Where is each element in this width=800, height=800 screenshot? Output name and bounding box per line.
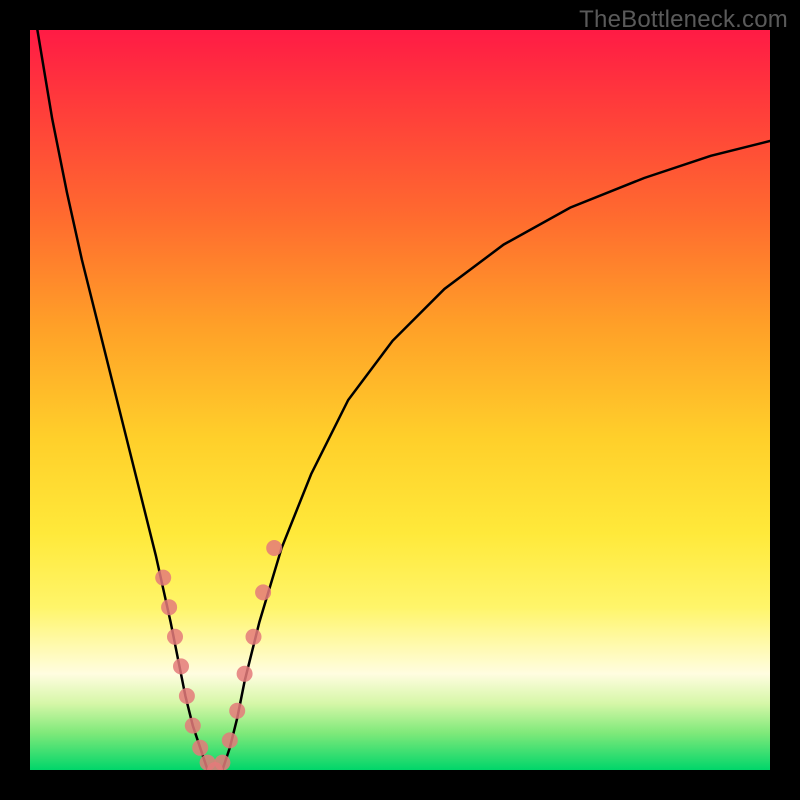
watermark-text: TheBottleneck.com xyxy=(579,6,788,34)
marker-dot xyxy=(161,599,177,615)
marker-dot xyxy=(266,540,282,556)
curve-right-branch xyxy=(222,141,770,770)
curve-layer xyxy=(30,30,770,770)
marker-dot xyxy=(229,703,245,719)
chart-frame: TheBottleneck.com xyxy=(0,0,800,800)
marker-dot xyxy=(222,732,238,748)
marker-dot xyxy=(167,629,183,645)
marker-dot xyxy=(255,584,271,600)
plot-area xyxy=(30,30,770,770)
marker-dot xyxy=(192,740,208,756)
marker-dot xyxy=(185,718,201,734)
marker-dot xyxy=(214,755,230,770)
marker-dot xyxy=(237,666,253,682)
marker-dot xyxy=(173,658,189,674)
marker-dot xyxy=(179,688,195,704)
marker-dot xyxy=(155,570,171,586)
marker-dot xyxy=(246,629,262,645)
